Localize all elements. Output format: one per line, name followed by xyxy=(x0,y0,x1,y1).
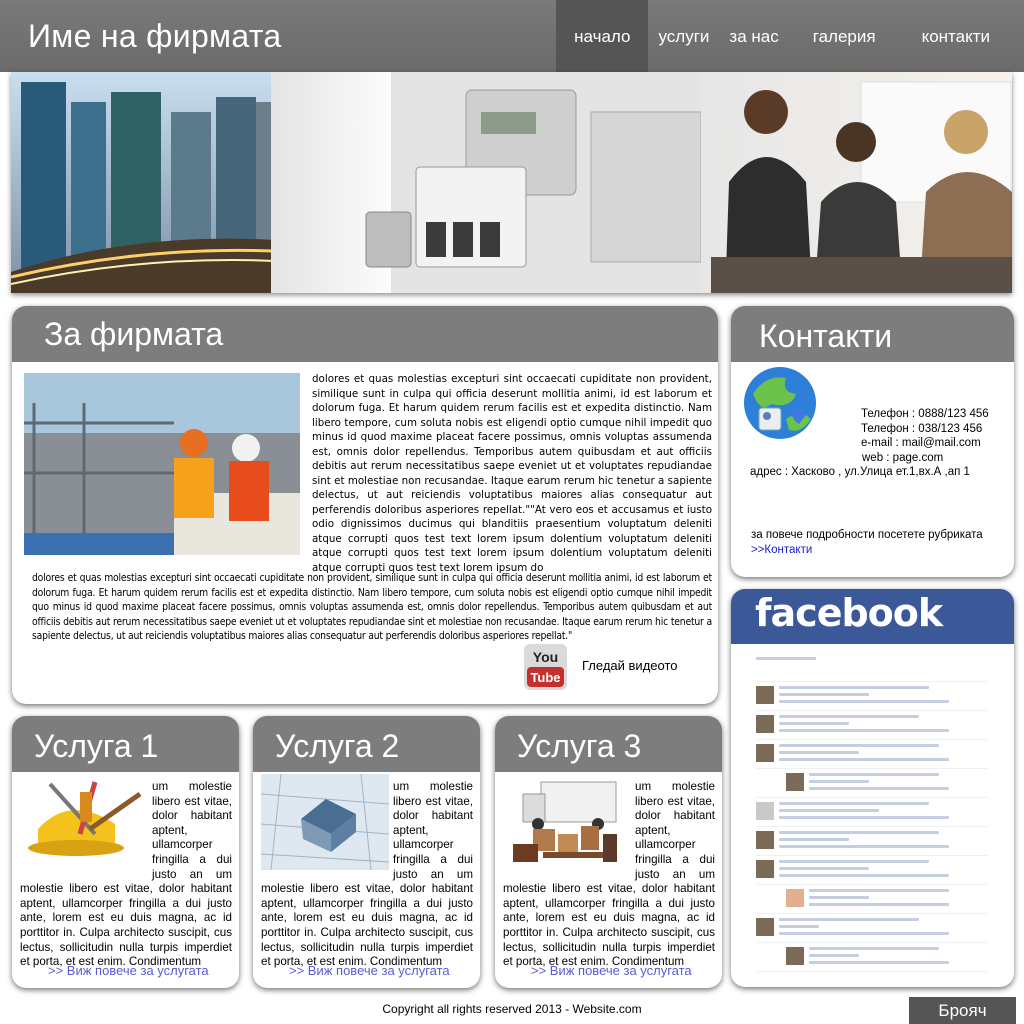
service-2-more-link[interactable]: >> Виж повече за услугата xyxy=(289,963,450,978)
contact-title: Контакти xyxy=(731,306,1014,362)
service-2-text: um molestie libero est vitae, dolor habi… xyxy=(261,780,473,969)
banner-collage-image xyxy=(11,72,1012,293)
contact-panel: Контакти Телефон : 0888/123 456 Телефон … xyxy=(731,306,1014,577)
service-1-more-link[interactable]: >> Виж повече за услугата xyxy=(48,963,209,978)
facebook-logo[interactable]: facebook xyxy=(731,589,1014,644)
site-header: Име на фирмата начало услуги за нас гале… xyxy=(0,0,1024,72)
nav-contacts[interactable]: контакти xyxy=(900,0,1024,72)
facebook-panel: facebook xyxy=(731,589,1014,987)
feed-reply xyxy=(756,885,988,914)
main-nav: начало услуги за нас галерия контакти xyxy=(556,0,1024,72)
footer-copyright: Copyright all rights reserved 2013 - Web… xyxy=(382,1002,642,1016)
about-panel: За фирмата dolores et quas molestias exc… xyxy=(12,306,718,704)
service-3-text: um molestie libero est vitae, dolor habi… xyxy=(503,780,715,969)
contact-more-link[interactable]: >>Контакти xyxy=(751,543,983,558)
phone-line-1: Телефон : 0888/123 456 xyxy=(861,408,989,420)
feed-comment xyxy=(756,682,988,711)
nav-gallery[interactable]: галерия xyxy=(789,0,900,72)
email-line: e-mail : mail@mail.com xyxy=(861,437,981,449)
nav-about[interactable]: за нас xyxy=(719,0,788,72)
about-text-bottom: dolores et quas molestias excepturi sint… xyxy=(32,572,712,642)
feed-comment xyxy=(756,740,988,769)
feed-reply xyxy=(756,769,988,798)
contact-more: за повече подробности посетете рубриката… xyxy=(751,528,983,558)
feed-comment xyxy=(756,827,988,856)
visit-counter: Брояч xyxy=(909,997,1016,1024)
feed-comment xyxy=(756,856,988,885)
feed-comment xyxy=(756,798,988,827)
service-card-1: Услуга 1 um molestie libero est vitae, d… xyxy=(12,716,239,988)
svg-text:Tube: Tube xyxy=(530,670,560,685)
nav-services[interactable]: услуги xyxy=(648,0,719,72)
construction-workers-image xyxy=(24,373,300,555)
service-1-title: Услуга 1 xyxy=(12,716,239,772)
service-card-2: Услуга 2 um molestie libero est vitae, d… xyxy=(253,716,480,988)
feed-comment xyxy=(756,711,988,740)
service-2-title: Услуга 2 xyxy=(253,716,480,772)
youtube-icon[interactable]: You Tube xyxy=(524,644,567,690)
about-title: За фирмата xyxy=(12,306,718,362)
contact-details: Телефон : 0888/123 456 Телефон : 038/123… xyxy=(861,407,989,465)
brand-name[interactable]: Име на фирмата xyxy=(28,18,281,55)
contact-more-text: за повече подробности посетете рубриката xyxy=(751,529,983,541)
service-1-text: um molestie libero est vitae, dolor habi… xyxy=(20,780,232,969)
feed-comment xyxy=(756,914,988,943)
svg-text:You: You xyxy=(533,649,558,665)
service-card-3: Услуга 3 um molestie libero est vitae, d… xyxy=(495,716,722,988)
phone-line-2: Телефон : 038/123 456 xyxy=(861,422,983,435)
service-3-title: Услуга 3 xyxy=(495,716,722,772)
about-text-right: dolores et quas molestias excepturi sint… xyxy=(312,373,712,574)
feed-reply xyxy=(756,943,988,972)
watch-video-link[interactable]: Гледай видеото xyxy=(582,658,678,673)
service-3-more-link[interactable]: >> Виж повече за услугата xyxy=(531,963,692,978)
globe-contact-icon xyxy=(744,367,816,439)
facebook-comments-feed[interactable] xyxy=(756,653,988,973)
nav-home[interactable]: начало xyxy=(556,0,649,72)
address-line: адрес : Хасково , ул.Улица ет.1,вх.А ,ап… xyxy=(750,466,970,478)
feed-header xyxy=(756,653,988,682)
web-line: web : page.com xyxy=(862,451,944,464)
hero-banner xyxy=(11,72,1012,293)
